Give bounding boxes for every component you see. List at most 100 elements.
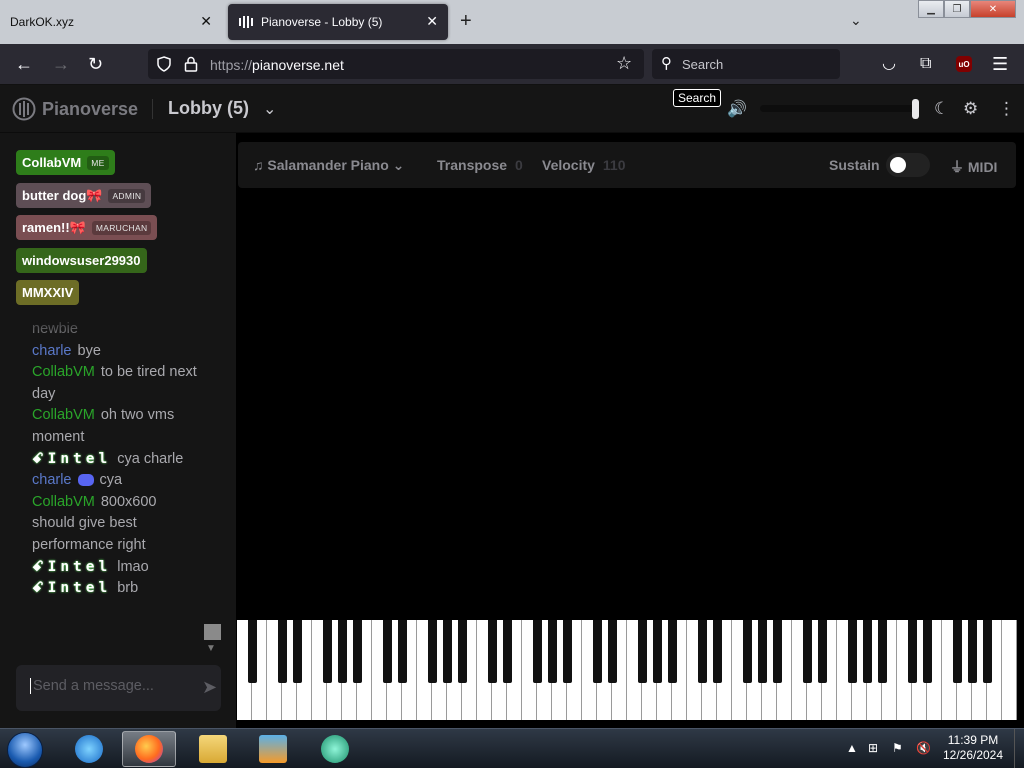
- shield-icon[interactable]: [156, 56, 172, 72]
- show-hidden-icons-icon[interactable]: ▲: [846, 741, 858, 755]
- black-key[interactable]: [532, 620, 542, 683]
- black-key[interactable]: [277, 620, 287, 683]
- system-clock[interactable]: 11:39 PM 12/26/2024: [938, 733, 1008, 763]
- room-selector[interactable]: Lobby (5): [168, 98, 249, 119]
- black-key[interactable]: [607, 620, 617, 683]
- black-key[interactable]: [547, 620, 557, 683]
- user-badge[interactable]: CollabVM ME: [16, 150, 115, 175]
- black-key[interactable]: [562, 620, 572, 683]
- black-key[interactable]: [922, 620, 932, 683]
- chat-nickname[interactable]: ꗃIntel: [32, 451, 111, 467]
- black-key[interactable]: [427, 620, 437, 683]
- black-key[interactable]: [862, 620, 872, 683]
- chat-nickname[interactable]: ꗃIntel: [32, 559, 111, 575]
- chat-nickname[interactable]: CollabVM: [32, 494, 95, 510]
- black-key[interactable]: [397, 620, 407, 683]
- forward-icon[interactable]: →: [52, 54, 70, 74]
- black-key[interactable]: [967, 620, 977, 683]
- network-icon[interactable]: ⊞: [868, 741, 878, 755]
- hamburger-menu-icon[interactable]: ☰: [992, 54, 1008, 74]
- user-badge[interactable]: butter dog🎀 ADMIN: [16, 183, 152, 208]
- chat-nickname[interactable]: ꗃIntel: [32, 580, 111, 596]
- send-icon[interactable]: ➤: [202, 677, 217, 698]
- user-badge[interactable]: ramen!!🎀 MARUCHAN: [16, 215, 158, 240]
- black-key[interactable]: [952, 620, 962, 683]
- taskbar-firefox[interactable]: [122, 731, 176, 767]
- black-key[interactable]: [982, 620, 992, 683]
- volume-muted-icon[interactable]: 🔇: [916, 741, 931, 755]
- reload-icon[interactable]: ↻: [88, 54, 103, 74]
- action-center-flag-icon[interactable]: ⚑: [892, 741, 903, 755]
- black-key[interactable]: [712, 620, 722, 683]
- black-key[interactable]: [817, 620, 827, 683]
- maximize-icon[interactable]: ❐: [944, 0, 970, 18]
- new-tab-icon[interactable]: +: [460, 10, 472, 33]
- instrument-selector[interactable]: ♫ Salamander Piano ⌄: [253, 157, 404, 174]
- black-key[interactable]: [592, 620, 602, 683]
- black-key[interactable]: [742, 620, 752, 683]
- chat-scrollbar-thumb[interactable]: [204, 624, 221, 640]
- black-key[interactable]: [907, 620, 917, 683]
- chat-nickname[interactable]: CollabVM: [32, 407, 95, 423]
- more-options-icon[interactable]: ⋮: [998, 99, 1015, 119]
- black-key[interactable]: [292, 620, 302, 683]
- black-key[interactable]: [352, 620, 362, 683]
- list-all-tabs-icon[interactable]: ⌄: [850, 12, 862, 29]
- volume-icon[interactable]: 🔊: [727, 99, 747, 119]
- midi-button[interactable]: ⏚ MIDI: [950, 157, 997, 177]
- pocket-icon[interactable]: ◡: [882, 54, 896, 74]
- black-key[interactable]: [697, 620, 707, 683]
- gear-icon[interactable]: ⚙: [963, 99, 978, 119]
- bookmark-star-icon[interactable]: ☆: [616, 53, 632, 73]
- black-key[interactable]: [487, 620, 497, 683]
- white-key[interactable]: [1002, 620, 1017, 720]
- volume-slider-thumb[interactable]: [912, 99, 919, 119]
- tab-close-icon[interactable]: ✕: [426, 13, 438, 30]
- black-key[interactable]: [847, 620, 857, 683]
- black-key[interactable]: [802, 620, 812, 683]
- transpose-control[interactable]: Transpose 0: [437, 157, 523, 173]
- scroll-down-icon[interactable]: ▼: [206, 643, 216, 654]
- black-key[interactable]: [637, 620, 647, 683]
- piano-keyboard[interactable]: [237, 620, 1017, 720]
- back-icon[interactable]: ←: [15, 54, 33, 74]
- sustain-toggle[interactable]: [886, 153, 930, 177]
- taskbar-app[interactable]: [308, 731, 362, 767]
- tab-darkok[interactable]: DarkOK.xyz ✕: [0, 4, 222, 40]
- black-key[interactable]: [442, 620, 452, 683]
- black-key[interactable]: [757, 620, 767, 683]
- taskbar-explorer[interactable]: [186, 731, 240, 767]
- search-bar[interactable]: ⚲ Search: [652, 49, 840, 79]
- chat-nickname[interactable]: charle: [32, 472, 72, 488]
- tab-pianoverse[interactable]: Pianoverse - Lobby (5) ✕: [228, 4, 448, 40]
- black-key[interactable]: [322, 620, 332, 683]
- black-key[interactable]: [772, 620, 782, 683]
- taskbar-media-player[interactable]: [246, 731, 300, 767]
- extensions-icon[interactable]: ⧉: [920, 54, 931, 74]
- velocity-control[interactable]: Velocity 110: [542, 157, 626, 173]
- minimize-icon[interactable]: ▁: [918, 0, 944, 18]
- chat-nickname[interactable]: CollabVM: [32, 364, 95, 380]
- black-key[interactable]: [457, 620, 467, 683]
- volume-slider[interactable]: [760, 105, 918, 112]
- user-badge[interactable]: windowsuser29930: [16, 248, 147, 273]
- black-key[interactable]: [382, 620, 392, 683]
- pianoverse-logo[interactable]: Pianoverse: [12, 97, 138, 121]
- black-key[interactable]: [247, 620, 257, 683]
- url-bar[interactable]: https://pianoverse.net ☆: [148, 49, 644, 79]
- black-key[interactable]: [502, 620, 512, 683]
- start-button-icon[interactable]: [7, 732, 43, 768]
- show-desktop-button[interactable]: [1014, 729, 1024, 768]
- dark-mode-moon-icon[interactable]: ☾: [934, 99, 949, 119]
- lock-icon[interactable]: [184, 56, 198, 72]
- close-window-icon[interactable]: ✕: [970, 0, 1016, 18]
- ublock-origin-icon[interactable]: uO: [956, 56, 972, 72]
- black-key[interactable]: [337, 620, 347, 683]
- taskbar-internet-explorer[interactable]: [62, 731, 116, 767]
- chevron-down-icon[interactable]: ⌄: [263, 99, 276, 119]
- black-key[interactable]: [877, 620, 887, 683]
- user-badge[interactable]: MMXXIV: [16, 280, 80, 305]
- black-key[interactable]: [652, 620, 662, 683]
- black-key[interactable]: [667, 620, 677, 683]
- tab-close-icon[interactable]: ✕: [200, 13, 212, 30]
